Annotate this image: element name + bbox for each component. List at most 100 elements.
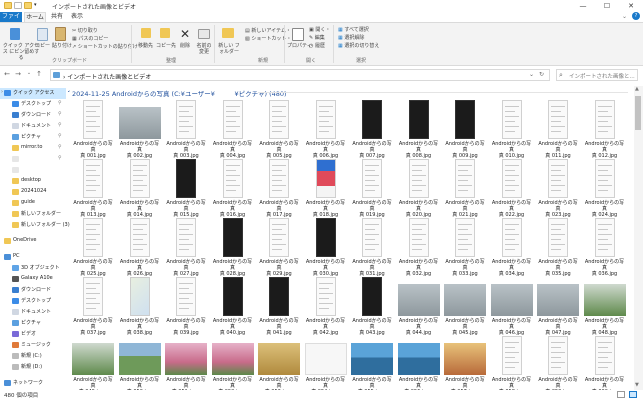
file-thumbnail[interactable]: Androidからの写真真 047.jpg xyxy=(536,275,580,336)
search-box[interactable]: ⌕ インポートされた画像と... xyxy=(556,69,638,81)
invert-selection-button[interactable]: ▦ 選択の切り替え xyxy=(338,43,379,49)
paste-shortcut-button[interactable]: ↗ ショートカットの貼り付け xyxy=(72,44,138,50)
file-thumbnail[interactable]: Androidからの写真真 017.jpg xyxy=(257,157,301,218)
file-thumbnail[interactable]: Androidからの写真真 021.jpg xyxy=(443,157,487,218)
nav-item-5[interactable]: ⚲ xyxy=(0,154,66,165)
select-all-button[interactable]: ▦ すべて選択 xyxy=(338,27,369,33)
move-to-button[interactable]: 移動先 xyxy=(138,43,153,49)
delete-button[interactable]: 削除 xyxy=(180,43,190,49)
nav-onedrive[interactable]: OneDrive xyxy=(0,236,66,247)
file-thumbnail[interactable]: Androidからの写真真 004.jpg xyxy=(211,98,255,159)
select-none-button[interactable]: ▦ 選択解除 xyxy=(338,35,364,41)
nav-pc-item-9[interactable]: 新規 (D:) xyxy=(0,362,66,373)
file-thumbnail[interactable]: Androidからの写真真 018.jpg xyxy=(304,157,348,218)
file-thumbnail[interactable]: Androidからの写真真 002.jpg xyxy=(118,98,162,159)
nav-item-4[interactable]: mirror.to ⚲ xyxy=(0,143,66,154)
help-icon[interactable]: ? xyxy=(632,12,640,20)
file-thumbnail[interactable]: Androidからの写真真 001.jpg xyxy=(71,98,115,159)
nav-item-0[interactable]: デスクトップ ⚲ xyxy=(0,99,66,110)
file-thumbnail[interactable]: Androidからの写真真 039.jpg xyxy=(164,275,208,336)
large-icons-view-icon[interactable] xyxy=(629,391,637,398)
address-bar[interactable]: › インポートされた画像とビデオ ⌄ ↻ xyxy=(50,69,550,81)
copy-button[interactable]: コピー xyxy=(35,43,50,49)
nav-item-6[interactable] xyxy=(0,165,66,176)
edit-button[interactable]: ✎ 編集 xyxy=(309,35,325,41)
up-arrow-icon[interactable]: ↑ xyxy=(34,70,44,78)
file-thumbnail[interactable]: Androidからの写真真 012.jpg xyxy=(583,98,627,159)
nav-quick-access[interactable]: › クイック アクセス xyxy=(0,88,66,99)
scroll-up-icon[interactable]: ▲ xyxy=(635,86,639,92)
file-thumbnail[interactable]: Androidからの写真真 007.jpg xyxy=(350,98,394,159)
file-thumbnail[interactable]: Androidからの写真真 040.jpg xyxy=(211,275,255,336)
nav-pc-item-6[interactable]: ビデオ xyxy=(0,329,66,340)
vertical-scrollbar[interactable]: ▲ ▼ xyxy=(634,86,643,390)
file-thumbnail[interactable]: Androidからの写真真 015.jpg xyxy=(164,157,208,218)
file-thumbnail[interactable]: Androidからの写真真 025.jpg xyxy=(71,216,115,277)
file-thumbnail[interactable]: Androidからの写真真 059.jpg xyxy=(536,334,580,390)
copy-path-button[interactable]: ▦ パスのコピー xyxy=(72,36,108,42)
file-thumbnail[interactable]: Androidからの写真真 022.jpg xyxy=(490,157,534,218)
minimize-button[interactable]: — xyxy=(571,0,595,12)
file-thumbnail[interactable]: Androidからの写真真 010.jpg xyxy=(490,98,534,159)
recent-locations-icon[interactable]: ⌄ xyxy=(24,70,34,76)
file-thumbnail[interactable]: Androidからの写真真 003.jpg xyxy=(164,98,208,159)
scroll-thumb[interactable] xyxy=(635,96,641,130)
nav-item-10[interactable]: 新しいフォルダー xyxy=(0,209,66,220)
details-view-icon[interactable] xyxy=(617,391,625,398)
file-thumbnail[interactable]: Androidからの写真真 051.jpeg xyxy=(164,334,208,390)
ribbon-expand-icon[interactable]: ⌄ xyxy=(622,13,627,20)
file-thumbnail[interactable]: Androidからの写真真 016.jpg xyxy=(211,157,255,218)
nav-item-9[interactable]: guide xyxy=(0,198,66,209)
file-thumbnail[interactable]: Androidからの写真真 042.jpg xyxy=(304,275,348,336)
file-thumbnail[interactable]: Androidからの写真真 055.jpeg xyxy=(350,334,394,390)
file-thumbnail[interactable]: Androidからの写真真 013.jpg xyxy=(71,157,115,218)
file-thumbnail[interactable]: Androidからの写真真 033.jpg xyxy=(443,216,487,277)
file-thumbnail[interactable]: Androidからの写真真 053.jpeg xyxy=(257,334,301,390)
nav-pc-item-3[interactable]: デスクトップ xyxy=(0,296,66,307)
nav-pc-item-5[interactable]: ピクチャ xyxy=(0,318,66,329)
file-thumbnail[interactable]: Androidからの写真真 050.jpg xyxy=(118,334,162,390)
file-thumbnail[interactable]: Androidからの写真真 032.jpg xyxy=(397,216,441,277)
open-button[interactable]: ▣ 開く・ xyxy=(309,27,330,33)
file-thumbnail[interactable]: Androidからの写真真 056.jpeg xyxy=(397,334,441,390)
nav-item-8[interactable]: 20241024 xyxy=(0,187,66,198)
file-thumbnail[interactable]: Androidからの写真真 044.jpg xyxy=(397,275,441,336)
file-thumbnail[interactable]: Androidからの写真真 058.jpg xyxy=(490,334,534,390)
file-thumbnail[interactable]: Androidからの写真真 020.jpg xyxy=(397,157,441,218)
maximize-button[interactable]: ☐ xyxy=(595,0,619,12)
forward-arrow-icon[interactable]: → xyxy=(13,70,23,78)
file-thumbnail[interactable]: Androidからの写真真 057.jpeg xyxy=(443,334,487,390)
file-thumbnail[interactable]: Androidからの写真真 011.jpg xyxy=(536,98,580,159)
file-thumbnail[interactable]: Androidからの写真真 024.jpg xyxy=(583,157,627,218)
properties-button[interactable]: プロパティ xyxy=(287,43,312,49)
nav-item-3[interactable]: ピクチャ ⚲ xyxy=(0,132,66,143)
file-thumbnail[interactable]: Androidからの写真真 034.jpg xyxy=(490,216,534,277)
scroll-down-icon[interactable]: ▼ xyxy=(635,382,639,388)
file-thumbnail[interactable]: Androidからの写真真 029.jpg xyxy=(257,216,301,277)
nav-pc-item-2[interactable]: ダウンロード xyxy=(0,285,66,296)
file-thumbnail[interactable]: Androidからの写真真 023.jpg xyxy=(536,157,580,218)
file-thumbnail[interactable]: Androidからの写真真 035.jpg xyxy=(536,216,580,277)
nav-item-1[interactable]: ダウンロード ⚲ xyxy=(0,110,66,121)
refresh-icon[interactable]: ↻ xyxy=(539,71,544,78)
file-thumbnail[interactable]: Androidからの写真真 005.jpg xyxy=(257,98,301,159)
file-thumbnail[interactable]: Androidからの写真真 009.jpg xyxy=(443,98,487,159)
file-thumbnail[interactable]: Androidからの写真真 006.jpg xyxy=(304,98,348,159)
close-button[interactable]: ✕ xyxy=(619,0,643,12)
copy-to-button[interactable]: コピー先 xyxy=(156,43,176,49)
history-button[interactable]: ◷ 履歴 xyxy=(309,43,325,49)
back-arrow-icon[interactable]: ← xyxy=(2,70,12,78)
file-thumbnail[interactable]: Androidからの写真真 028.jpg xyxy=(211,216,255,277)
nav-pc-item-4[interactable]: ドキュメント xyxy=(0,307,66,318)
nav-pc-item-8[interactable]: 新規 (C:) xyxy=(0,351,66,362)
nav-pc-item-1[interactable]: Galaxy A10e xyxy=(0,274,66,285)
new-folder-button[interactable]: 新しい フォルダー xyxy=(218,43,240,55)
file-thumbnail[interactable]: Androidからの写真真 038.jpg xyxy=(118,275,162,336)
file-thumbnail[interactable]: Androidからの写真真 046.jpg xyxy=(490,275,534,336)
nav-pc-item-0[interactable]: 3D オブジェクト xyxy=(0,263,66,274)
file-thumbnail[interactable]: Androidからの写真真 030.jpg xyxy=(304,216,348,277)
file-thumbnail[interactable]: Androidからの写真真 019.jpg xyxy=(350,157,394,218)
group-collapse-icon[interactable]: ⌄ xyxy=(68,87,71,94)
file-thumbnail[interactable]: Androidからの写真真 041.jpg xyxy=(257,275,301,336)
paste-button[interactable]: 貼り付け xyxy=(52,43,72,49)
